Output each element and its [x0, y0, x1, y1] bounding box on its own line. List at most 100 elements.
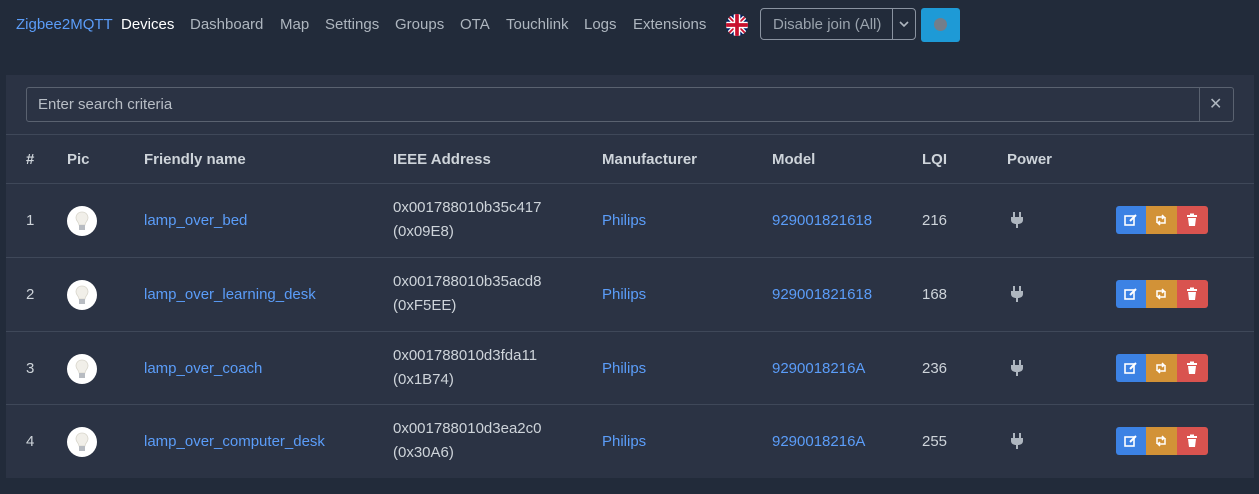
- permit-join-select[interactable]: Disable join (All): [760, 8, 916, 40]
- edit-icon: [1124, 435, 1137, 447]
- row-actions: [1116, 206, 1208, 234]
- lqi-value: 216: [922, 212, 948, 229]
- manufacturer-link[interactable]: Philips: [602, 360, 646, 377]
- device-image: [67, 354, 97, 384]
- lqi-value: 168: [922, 286, 948, 303]
- permit-join-label: Disable join (All): [773, 16, 882, 33]
- network-address: (0x09E8): [393, 223, 454, 240]
- reconfigure-button[interactable]: [1146, 427, 1177, 455]
- search-divider: [1199, 88, 1200, 121]
- navbar: Zigbee2MQTT Devices Dashboard Map Settin…: [0, 0, 1259, 50]
- ieee-address: 0x001788010b35acd8 (0xF5EE): [393, 270, 541, 318]
- retweet-icon: [1156, 362, 1166, 374]
- row-number: 2: [26, 286, 35, 303]
- nav-settings[interactable]: Settings: [325, 16, 379, 33]
- clear-search-icon[interactable]: ✕: [1209, 97, 1222, 113]
- bulb-icon: [75, 211, 89, 230]
- reconfigure-button[interactable]: [1146, 354, 1177, 382]
- ieee-address: 0x001788010d3fda11 (0x1B74): [393, 344, 537, 392]
- friendly-name-link[interactable]: lamp_over_bed: [144, 212, 247, 229]
- nav-devices[interactable]: Devices: [121, 16, 174, 33]
- manufacturer-link[interactable]: Philips: [602, 433, 646, 450]
- nav-extensions[interactable]: Extensions: [633, 16, 706, 33]
- manufacturer-link[interactable]: Philips: [602, 212, 646, 229]
- bulb-icon: [75, 432, 89, 451]
- delete-button[interactable]: [1177, 354, 1208, 382]
- search-input[interactable]: [27, 88, 1197, 121]
- friendly-name-link[interactable]: lamp_over_computer_desk: [144, 433, 325, 450]
- row-actions: [1116, 427, 1208, 455]
- device-image: [67, 427, 97, 457]
- reconfigure-button[interactable]: [1146, 280, 1177, 308]
- ieee-value: 0x001788010d3ea2c0: [393, 420, 542, 437]
- edit-icon: [1124, 362, 1137, 374]
- nav-map[interactable]: Map: [280, 16, 309, 33]
- col-header-model[interactable]: Model: [772, 151, 815, 168]
- status-dot-icon: [934, 18, 947, 31]
- nav-groups[interactable]: Groups: [395, 16, 444, 33]
- col-header-number[interactable]: #: [26, 151, 34, 168]
- nav-ota[interactable]: OTA: [460, 16, 490, 33]
- plug-icon: [1011, 286, 1023, 302]
- reconfigure-button[interactable]: [1146, 206, 1177, 234]
- edit-button[interactable]: [1116, 354, 1147, 382]
- friendly-name-link[interactable]: lamp_over_coach: [144, 360, 262, 377]
- network-address: (0xF5EE): [393, 297, 457, 314]
- edit-button[interactable]: [1116, 280, 1147, 308]
- manufacturer-link[interactable]: Philips: [602, 286, 646, 303]
- ieee-address: 0x001788010d3ea2c0 (0x30A6): [393, 417, 541, 465]
- edit-icon: [1124, 214, 1137, 226]
- row-number: 1: [26, 212, 35, 229]
- nav-logs[interactable]: Logs: [584, 16, 617, 33]
- retweet-icon: [1156, 435, 1166, 447]
- uk-flag-icon[interactable]: [726, 14, 748, 36]
- row-actions: [1116, 280, 1208, 308]
- ieee-value: 0x001788010d3fda11: [393, 347, 538, 364]
- chevron-down-icon[interactable]: [897, 16, 911, 32]
- edit-icon: [1124, 288, 1137, 300]
- delete-button[interactable]: [1177, 280, 1208, 308]
- delete-button[interactable]: [1177, 206, 1208, 234]
- lqi-value: 236: [922, 360, 948, 377]
- col-header-ieee-address[interactable]: IEEE Address: [393, 151, 491, 168]
- delete-button[interactable]: [1177, 427, 1208, 455]
- network-address: (0x1B74): [393, 371, 454, 388]
- model-link[interactable]: 9290018216A: [772, 360, 865, 377]
- model-link[interactable]: 929001821618: [772, 212, 872, 229]
- plug-icon: [1011, 360, 1023, 376]
- ieee-value: 0x001788010b35c417: [393, 199, 542, 216]
- retweet-icon: [1156, 288, 1166, 300]
- edit-button[interactable]: [1116, 206, 1147, 234]
- search-box: ✕: [26, 87, 1234, 122]
- model-link[interactable]: 9290018216A: [772, 433, 865, 450]
- col-header-manufacturer[interactable]: Manufacturer: [602, 151, 697, 168]
- trash-icon: [1187, 361, 1197, 374]
- table-row: 3 lamp_over_coach 0x001788010d3fda11 (0x…: [6, 332, 1254, 405]
- model-link[interactable]: 929001821618: [772, 286, 872, 303]
- row-number: 3: [26, 360, 35, 377]
- permit-join-toggle-button[interactable]: [921, 8, 960, 42]
- devices-card: ✕ # Pic Friendly name IEEE Address Manuf…: [6, 75, 1254, 478]
- trash-icon: [1187, 434, 1197, 447]
- edit-button[interactable]: [1116, 427, 1147, 455]
- lqi-value: 255: [922, 433, 948, 450]
- col-header-friendly-name[interactable]: Friendly name: [144, 151, 246, 168]
- brand-link[interactable]: Zigbee2MQTT: [16, 16, 113, 33]
- table-row: 1 lamp_over_bed 0x001788010b35c417 (0x09…: [6, 184, 1254, 257]
- trash-icon: [1187, 213, 1197, 226]
- ieee-value: 0x001788010b35acd8: [393, 273, 542, 290]
- col-header-power[interactable]: Power: [1007, 151, 1052, 168]
- retweet-icon: [1156, 214, 1166, 226]
- nav-touchlink[interactable]: Touchlink: [506, 16, 569, 33]
- col-header-lqi[interactable]: LQI: [922, 151, 947, 168]
- table-row: 4 lamp_over_computer_desk 0x001788010d3e…: [6, 405, 1254, 478]
- network-address: (0x30A6): [393, 444, 454, 461]
- bulb-icon: [75, 359, 89, 378]
- friendly-name-link[interactable]: lamp_over_learning_desk: [144, 286, 316, 303]
- divider: [6, 134, 1254, 135]
- table-row: 2 lamp_over_learning_desk 0x001788010b35…: [6, 258, 1254, 331]
- device-image: [67, 206, 97, 236]
- row-number: 4: [26, 433, 35, 450]
- nav-dashboard[interactable]: Dashboard: [190, 16, 263, 33]
- select-divider: [892, 9, 893, 39]
